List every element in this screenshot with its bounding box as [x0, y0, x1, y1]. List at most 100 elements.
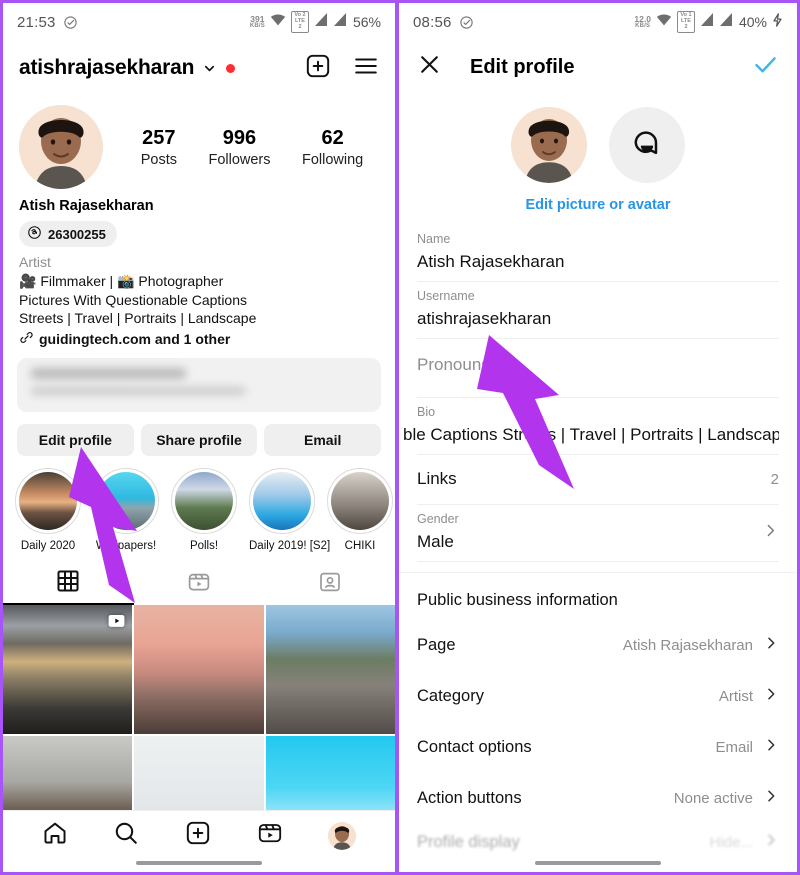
grid-tab[interactable]: [3, 563, 134, 605]
avatar-edit-row: [399, 107, 797, 183]
left-status-bar: 21:53 391 KB/S Vo 2 LTE 2: [3, 3, 395, 41]
profile-full-name: Atish Rajasekharan: [3, 189, 395, 214]
dashboard-subtitle-blurred: [31, 387, 246, 395]
bio-field[interactable]: Bio ble Captions Streets | Travel | Port…: [417, 398, 779, 455]
chevron-right-icon: [763, 635, 779, 656]
highlight-item[interactable]: Daily 2019! [S2]: [249, 468, 315, 552]
contact-options-row[interactable]: Contact options Email: [399, 722, 797, 773]
meta-avatar-icon[interactable]: [609, 107, 685, 183]
highlight-item[interactable]: Polls!: [171, 468, 237, 552]
cut-row-value: Hide...: [710, 834, 753, 851]
pronouns-field[interactable]: Pronouns: [417, 339, 779, 398]
status-time: 08:56: [413, 14, 452, 31]
status-time: 21:53: [17, 14, 56, 31]
profile-summary-row: 257 Posts 996 Followers 62 Following: [3, 93, 395, 189]
home-tab[interactable]: [42, 820, 68, 851]
name-value: Atish Rajasekharan: [417, 252, 779, 272]
signal-bars-icon: [700, 13, 714, 30]
highlight-item[interactable]: Wallpapers!: [93, 468, 159, 552]
public-business-information-heading: Public business information: [399, 573, 797, 620]
reels-badge-icon: [107, 611, 126, 635]
left-phone-panel: 21:53 391 KB/S Vo 2 LTE 2: [0, 0, 397, 875]
grid-post[interactable]: [3, 605, 132, 734]
check-tick-icon[interactable]: [752, 51, 779, 83]
page-row[interactable]: Page Atish Rajasekharan: [399, 620, 797, 671]
gender-field[interactable]: Gender Male: [417, 505, 779, 562]
signal-bars-icon: [314, 13, 328, 30]
action-buttons-label: Action buttons: [417, 789, 674, 808]
alarm-check-icon: [459, 15, 474, 30]
profile-top-bar: atishrajasekharan: [3, 41, 395, 93]
search-tab[interactable]: [113, 820, 139, 851]
network-speed-indicator: 12.0 KB/S: [634, 15, 651, 30]
threads-count: 26300255: [48, 227, 106, 242]
home-indicator: [535, 861, 661, 865]
action-buttons-row[interactable]: Action buttons None active: [399, 773, 797, 824]
edit-profile-button[interactable]: Edit profile: [17, 424, 134, 456]
profile-photo[interactable]: [511, 107, 587, 183]
chevron-down-icon[interactable]: [202, 61, 217, 76]
stat-following[interactable]: 62 Following: [302, 126, 363, 168]
notification-dot: [226, 64, 235, 73]
chevron-right-icon: [763, 737, 779, 758]
links-field[interactable]: Links 2: [417, 455, 779, 505]
username-value: atishrajasekharan: [417, 309, 779, 329]
reels-icon: [187, 570, 211, 599]
professional-dashboard-card[interactable]: [17, 358, 381, 412]
threads-badge[interactable]: 26300255: [19, 221, 117, 247]
create-tab[interactable]: [185, 820, 211, 851]
page-value: Atish Rajasekharan: [623, 637, 753, 654]
wifi-icon: [656, 13, 672, 30]
close-x-icon[interactable]: [417, 52, 442, 82]
reels-tab[interactable]: [134, 563, 265, 605]
profile-tabs: [3, 563, 395, 605]
hamburger-menu-icon[interactable]: [353, 53, 379, 84]
grid-post[interactable]: [266, 605, 395, 734]
profile-avatar[interactable]: [19, 105, 103, 189]
profile-stats: 257 Posts 996 Followers 62 Following: [103, 126, 379, 168]
bottom-navigation-bar: [3, 810, 395, 872]
bio-line-2: Pictures With Questionable Captions: [19, 291, 379, 310]
name-field[interactable]: Name Atish Rajasekharan: [417, 225, 779, 282]
page-title: Edit profile: [470, 56, 574, 79]
stat-followers[interactable]: 996 Followers: [208, 126, 270, 168]
links-label: Links: [417, 469, 771, 489]
signal-bars-icon: [333, 13, 347, 30]
action-buttons-value: None active: [674, 790, 753, 807]
highlight-item[interactable]: CHIKI: [327, 468, 393, 552]
username-field[interactable]: Username atishrajasekharan: [417, 282, 779, 339]
wifi-icon: [270, 13, 286, 30]
profile-action-buttons: Edit profile Share profile Email: [3, 412, 395, 456]
profile-bio: Artist 🎥 Filmmaker | 📸 Photographer Pict…: [3, 247, 395, 328]
highlight-item[interactable]: Daily 2020: [15, 468, 81, 552]
network-speed-indicator: 391 KB/S: [250, 15, 265, 30]
charging-bolt-icon: [772, 13, 783, 31]
plus-square-icon[interactable]: [305, 53, 331, 84]
chevron-right-icon: [763, 788, 779, 809]
battery-percent: 56%: [353, 14, 381, 30]
category-row[interactable]: Category Artist: [399, 671, 797, 722]
screenshot-root: 21:53 391 KB/S Vo 2 LTE 2: [0, 0, 800, 875]
category-value: Artist: [719, 688, 753, 705]
tagged-tab[interactable]: [264, 563, 395, 605]
share-profile-button[interactable]: Share profile: [141, 424, 258, 456]
edit-picture-or-avatar-link[interactable]: Edit picture or avatar: [399, 197, 797, 213]
dashboard-title-blurred: [31, 368, 186, 379]
bio-external-link[interactable]: guidingtech.com and 1 other: [3, 328, 395, 348]
cut-row-label: Profile display: [417, 833, 710, 852]
reels-tab[interactable]: [257, 820, 283, 851]
right-status-bar: 08:56 12.0 KB/S Vo 1 LTE 2: [399, 3, 797, 41]
stat-posts[interactable]: 257 Posts: [141, 126, 177, 168]
threads-icon: [27, 225, 42, 243]
edit-profile-top-bar: Edit profile: [399, 41, 797, 93]
email-button[interactable]: Email: [264, 424, 381, 456]
bio-category: Artist: [19, 253, 379, 272]
story-highlights: Daily 2020 Wallpapers! Polls! Daily 2019…: [3, 456, 395, 552]
chevron-right-icon: [763, 686, 779, 707]
profile-tab[interactable]: [328, 822, 356, 850]
page-label: Page: [417, 636, 623, 655]
right-phone-panel: 08:56 12.0 KB/S Vo 1 LTE 2: [397, 0, 800, 875]
profile-username[interactable]: atishrajasekharan: [19, 56, 194, 80]
grid-post[interactable]: [134, 605, 263, 734]
status-right-cluster: 12.0 KB/S Vo 1 LTE 2 40%: [634, 11, 783, 32]
